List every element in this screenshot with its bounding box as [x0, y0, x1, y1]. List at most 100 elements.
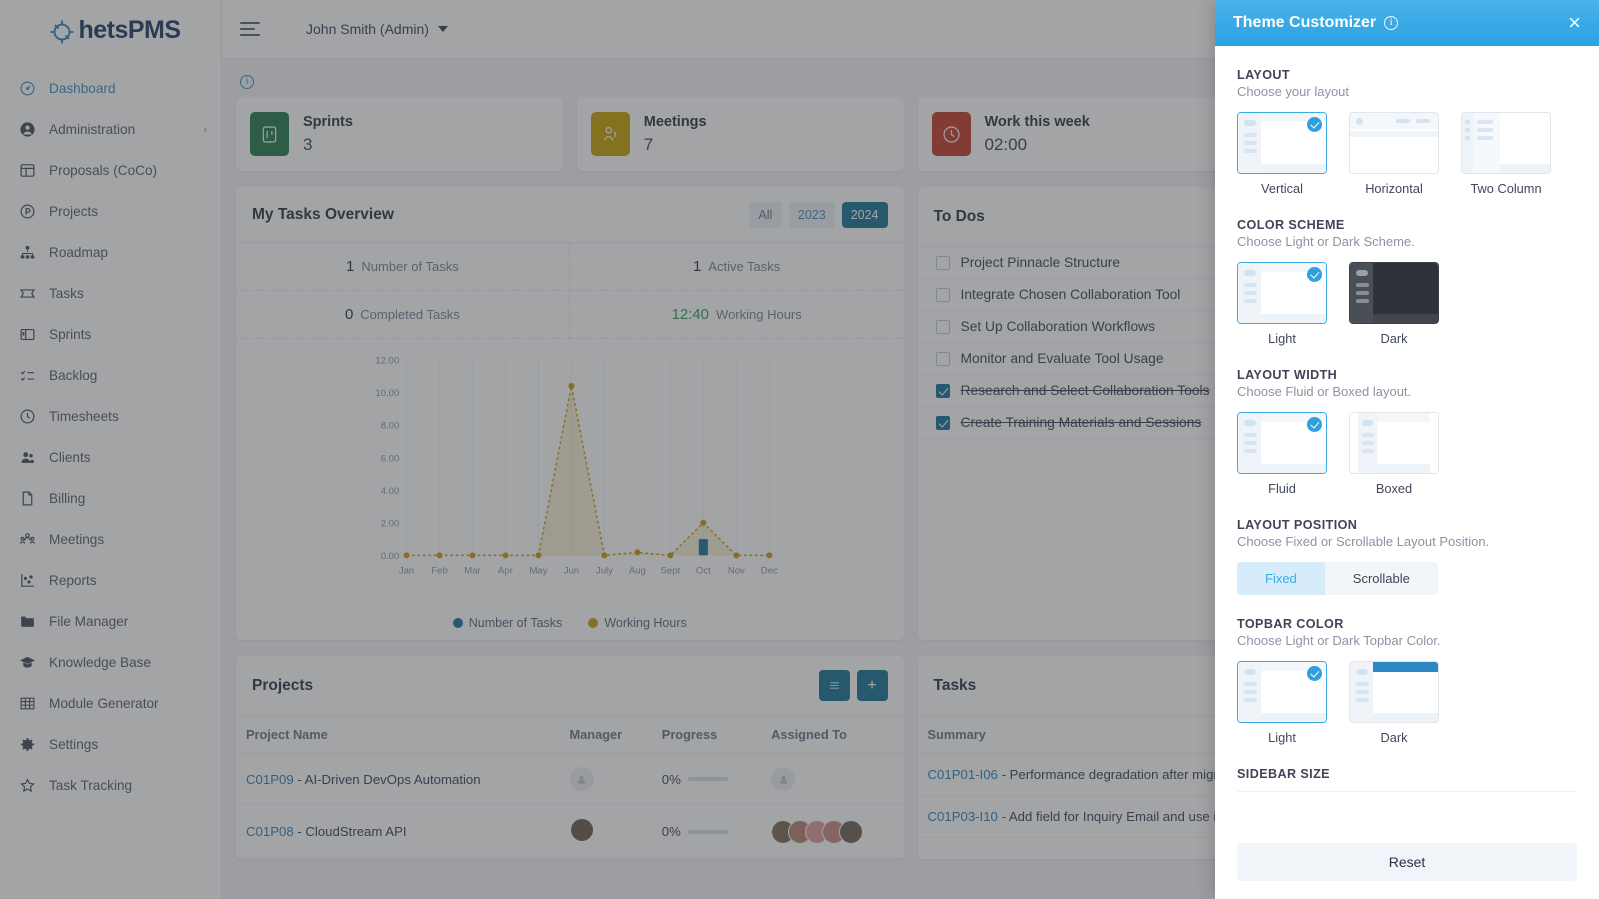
tasks-chart: 0.00 2.00 4.00 6.00 8.00 10.00 12.00 Jan Feb Mar A… — [236, 339, 904, 610]
project-name: - AI-Driven DevOps Automation — [297, 771, 481, 787]
panel-header: Projects + — [236, 656, 904, 716]
sidebar-item-task-tracking[interactable]: Task Tracking — [0, 765, 221, 806]
graduation-cap-icon — [18, 654, 36, 672]
panel-title: Tasks — [933, 676, 977, 694]
project-code-link[interactable]: C01P08 — [246, 824, 294, 839]
progress-bar — [687, 829, 728, 834]
todo-checkbox[interactable] — [935, 351, 950, 366]
summary-label: Completed Tasks — [360, 307, 460, 322]
svg-text:Aug: Aug — [629, 566, 646, 577]
todo-checkbox[interactable] — [935, 319, 950, 334]
stat-card-work-this-week[interactable]: Work this week 02:00 — [917, 97, 1245, 171]
color-scheme-option-dark[interactable]: Dark — [1349, 262, 1439, 346]
section-desc: Choose Light or Dark Scheme. — [1237, 234, 1415, 249]
chevron-down-icon — [437, 26, 448, 32]
todo-checkbox[interactable] — [935, 287, 950, 302]
sidebar-item-module-generator[interactable]: Module Generator — [0, 683, 221, 724]
stat-card-meetings[interactable]: Meetings 7 — [576, 97, 904, 171]
sidebar-item-projects[interactable]: Projects — [0, 191, 221, 232]
svg-text:4.00: 4.00 — [381, 486, 400, 497]
stat-label: Sprints — [303, 113, 353, 130]
sidebar-item-billing[interactable]: Billing — [0, 478, 221, 519]
layout-width-option-boxed[interactable]: Boxed — [1349, 412, 1439, 496]
info-icon[interactable]: i — [1384, 16, 1399, 30]
checklist-icon — [18, 367, 36, 385]
task-code-link[interactable]: C01P03-I10 — [928, 809, 998, 824]
todo-text: Integrate Chosen Collaboration Tool — [960, 287, 1181, 302]
toggle-fixed[interactable]: Fixed — [1237, 562, 1325, 595]
summary-value: 0 — [344, 306, 354, 323]
todo-text: Set Up Collaboration Workflows — [960, 319, 1156, 334]
sidebar-item-backlog[interactable]: Backlog — [0, 355, 221, 396]
project-code-link[interactable]: C01P09 — [246, 772, 294, 787]
sidebar-item-meetings[interactable]: Meetings — [0, 519, 221, 560]
layout-width-option-fluid[interactable]: Fluid — [1237, 412, 1327, 496]
clock-icon — [18, 408, 36, 426]
toggle-scrollable[interactable]: Scrollable — [1325, 562, 1438, 595]
sidebar-item-clients[interactable]: Clients — [0, 437, 221, 478]
topbar-color-option-dark[interactable]: Dark — [1349, 661, 1439, 745]
user-circle-icon — [18, 121, 36, 139]
filter-2023[interactable]: 2023 — [788, 201, 835, 228]
color-scheme-option-light[interactable]: Light — [1237, 262, 1327, 346]
panel-title: My Tasks Overview — [252, 205, 394, 223]
layout-option-two-column[interactable]: Two Column — [1461, 112, 1551, 196]
section-desc: Choose your layout — [1237, 84, 1350, 99]
list-icon[interactable] — [818, 670, 850, 701]
filter-all[interactable]: All — [748, 201, 782, 228]
progress-value: 0% — [661, 824, 681, 839]
sidebar-item-administration[interactable]: Administration › — [0, 109, 221, 150]
chart-scatter-icon — [18, 572, 36, 590]
stat-card-sprints[interactable]: Sprints 3 — [236, 97, 563, 171]
selected-check-icon — [1307, 267, 1322, 282]
table-row[interactable]: C01P08 - CloudStream API 0% — [236, 804, 904, 859]
todo-checkbox[interactable] — [935, 415, 950, 430]
hamburger-icon[interactable] — [240, 22, 266, 36]
sidebar-item-reports[interactable]: Reports — [0, 560, 221, 601]
option-label: Light — [1268, 331, 1296, 346]
star-icon — [18, 777, 36, 795]
close-icon[interactable]: × — [1568, 12, 1581, 34]
sidebar-item-file-manager[interactable]: File Manager — [0, 601, 221, 642]
todo-checkbox[interactable] — [935, 383, 950, 398]
layout-option-horizontal[interactable]: Horizontal — [1349, 112, 1439, 196]
svg-text:Oct: Oct — [696, 566, 711, 577]
brand-logo-area[interactable]: hetsPMS — [0, 0, 221, 60]
project-name-cell: C01P09 - AI-Driven DevOps Automation — [236, 753, 560, 805]
projects-actions: + — [818, 670, 888, 701]
summary-value: 1 — [692, 258, 702, 275]
sidebar-item-timesheets[interactable]: Timesheets — [0, 396, 221, 437]
reset-button[interactable]: Reset — [1237, 843, 1577, 881]
table-row[interactable]: C01P09 - AI-Driven DevOps Automation 0% — [236, 753, 904, 805]
filter-2024[interactable]: 2024 — [841, 201, 888, 228]
sidebar-item-tasks[interactable]: Tasks — [0, 273, 221, 314]
thumbnail-boxed — [1349, 412, 1439, 474]
plus-icon[interactable]: + — [856, 670, 888, 701]
panel-title: Theme Customizer — [1233, 14, 1377, 31]
thumbnail-topbar-dark — [1349, 661, 1439, 723]
sidebar-item-proposals[interactable]: Proposals (CoCo) — [0, 150, 221, 191]
manager-cell — [559, 804, 652, 859]
section-title: TOPBAR COLOR — [1237, 617, 1344, 631]
chart-canvas: 0.00 2.00 4.00 6.00 8.00 10.00 12.00 Jan Feb Mar A… — [375, 356, 778, 577]
sidebar-item-settings[interactable]: Settings — [0, 724, 221, 765]
layout-option-vertical[interactable]: Vertical — [1237, 112, 1327, 196]
info-icon[interactable]: i — [240, 75, 254, 89]
option-label: Boxed — [1375, 481, 1413, 496]
thumbnail-topbar-light — [1237, 661, 1327, 723]
todo-checkbox[interactable] — [935, 255, 950, 270]
sidebar-item-label: Proposals (CoCo) — [49, 163, 158, 178]
thumbnail-dark-scheme — [1349, 262, 1439, 324]
topbar-color-option-light[interactable]: Light — [1237, 661, 1327, 745]
sidebar-item-roadmap[interactable]: Roadmap — [0, 232, 221, 273]
sidebar-item-knowledge-base[interactable]: Knowledge Base — [0, 642, 221, 683]
user-menu[interactable]: John Smith (Admin) — [306, 21, 448, 37]
sidebar-item-label: File Manager — [49, 614, 129, 629]
sidebar-item-sprints[interactable]: Sprints — [0, 314, 221, 355]
sidebar-item-label: Timesheets — [49, 409, 119, 424]
selected-check-icon — [1307, 417, 1322, 432]
task-code-link[interactable]: C01P01-I06 — [928, 767, 998, 782]
thumbnail-vertical — [1237, 112, 1327, 174]
column-assigned-to: Assigned To — [761, 716, 904, 754]
sidebar-item-dashboard[interactable]: Dashboard — [0, 68, 221, 109]
